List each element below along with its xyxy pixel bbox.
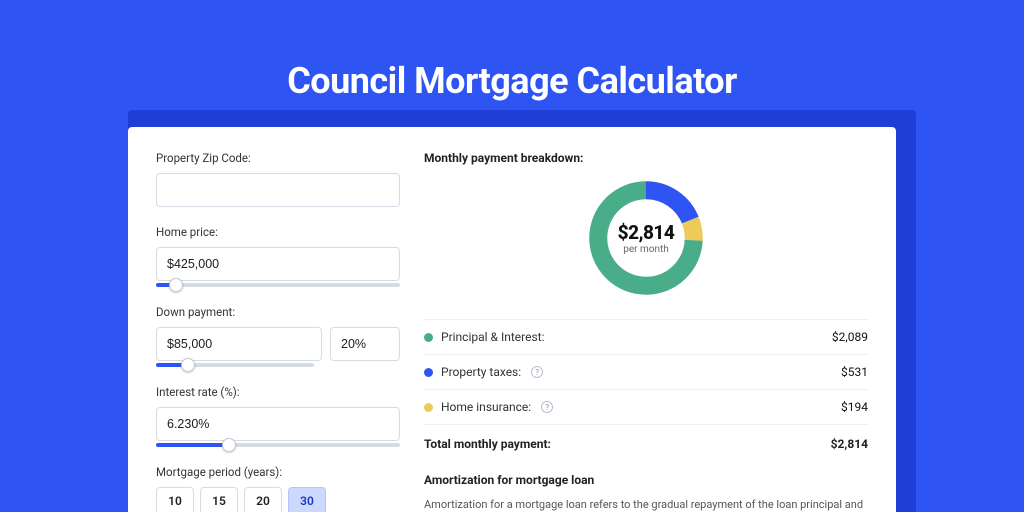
total-label: Total monthly payment: <box>424 437 551 451</box>
legend-left: Home insurance:? <box>424 400 553 414</box>
legend-dot-icon <box>424 403 433 412</box>
period-button-row: 10152030 <box>156 487 400 512</box>
amortization-title: Amortization for mortgage loan <box>424 473 868 487</box>
zip-label: Property Zip Code: <box>156 151 400 165</box>
period-group: Mortgage period (years): 10152030 <box>156 465 400 512</box>
breakdown-column: Monthly payment breakdown: $2,814 per mo… <box>424 151 868 498</box>
interest-group: Interest rate (%): <box>156 385 400 447</box>
home-price-label: Home price: <box>156 225 400 239</box>
legend-left: Property taxes:? <box>424 365 543 379</box>
info-icon[interactable]: ? <box>541 401 553 413</box>
info-icon[interactable]: ? <box>531 366 543 378</box>
legend: Principal & Interest: $2,089 Property taxe… <box>424 319 868 425</box>
donut-amount: $2,814 <box>618 221 675 244</box>
zip-input[interactable] <box>156 173 400 207</box>
legend-row: Home insurance:? $194 <box>424 390 868 425</box>
legend-value: $531 <box>841 365 868 379</box>
home-price-slider[interactable] <box>156 283 400 287</box>
donut-chart-wrap: $2,814 per month <box>424 175 868 301</box>
calculator-card: Property Zip Code: Home price: Down paym… <box>128 127 896 512</box>
legend-value: $194 <box>841 400 868 414</box>
period-button-30[interactable]: 30 <box>288 487 326 512</box>
legend-value: $2,089 <box>832 330 868 344</box>
form-column: Property Zip Code: Home price: Down paym… <box>156 151 400 498</box>
breakdown-title: Monthly payment breakdown: <box>424 151 868 165</box>
amortization-section: Amortization for mortgage loan Amortizat… <box>424 473 868 512</box>
home-price-input[interactable] <box>156 247 400 281</box>
legend-label: Principal & Interest: <box>441 330 545 344</box>
legend-label: Property taxes: <box>441 365 521 379</box>
page-background: Council Mortgage Calculator Property Zip… <box>0 0 1024 512</box>
legend-left: Principal & Interest: <box>424 330 545 344</box>
slider-thumb[interactable] <box>181 358 195 372</box>
page-title: Council Mortgage Calculator <box>0 60 1024 102</box>
down-payment-label: Down payment: <box>156 305 400 319</box>
period-label: Mortgage period (years): <box>156 465 400 479</box>
home-price-group: Home price: <box>156 225 400 287</box>
legend-dot-icon <box>424 333 433 342</box>
total-row: Total monthly payment: $2,814 <box>424 425 868 451</box>
down-payment-pct-input[interactable] <box>330 327 400 361</box>
period-button-20[interactable]: 20 <box>244 487 282 512</box>
amortization-text: Amortization for a mortgage loan refers … <box>424 497 868 512</box>
interest-label: Interest rate (%): <box>156 385 400 399</box>
donut-chart: $2,814 per month <box>583 175 709 301</box>
total-value: $2,814 <box>831 437 868 451</box>
period-button-10[interactable]: 10 <box>156 487 194 512</box>
legend-label: Home insurance: <box>441 400 531 414</box>
slider-thumb[interactable] <box>222 438 236 452</box>
interest-input[interactable] <box>156 407 400 441</box>
donut-center: $2,814 per month <box>583 175 709 301</box>
legend-dot-icon <box>424 368 433 377</box>
legend-row: Principal & Interest: $2,089 <box>424 320 868 355</box>
down-payment-slider[interactable] <box>156 363 314 367</box>
down-payment-group: Down payment: <box>156 305 400 367</box>
down-payment-input[interactable] <box>156 327 322 361</box>
legend-row: Property taxes:? $531 <box>424 355 868 390</box>
slider-thumb[interactable] <box>169 278 183 292</box>
period-button-15[interactable]: 15 <box>200 487 238 512</box>
zip-group: Property Zip Code: <box>156 151 400 207</box>
donut-sub: per month <box>623 244 669 255</box>
interest-slider[interactable] <box>156 443 400 447</box>
